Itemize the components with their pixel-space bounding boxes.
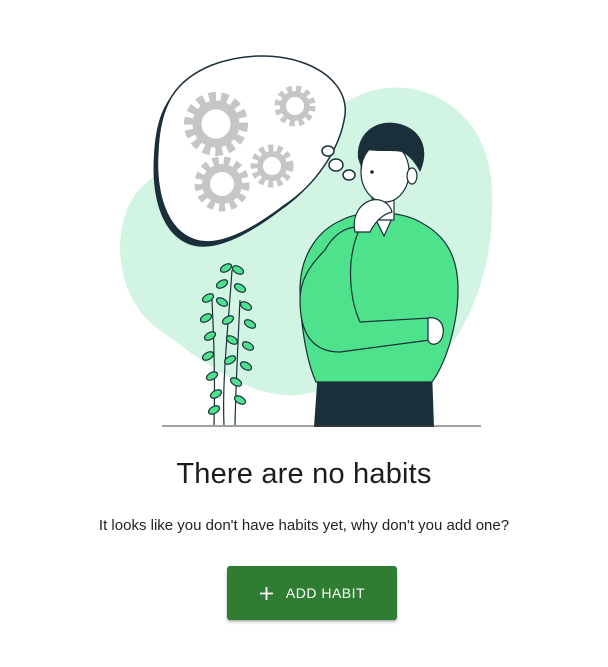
- plus-icon: [259, 586, 273, 600]
- empty-state-message: It looks like you don't have habits yet,…: [98, 517, 510, 534]
- add-habit-label: ADD HABIT: [285, 585, 366, 601]
- add-habit-button[interactable]: ADD HABIT: [227, 566, 397, 620]
- thinking-person-illustration: [120, 55, 493, 427]
- empty-state-title: There are no habits: [176, 458, 432, 490]
- empty-state: There are no habits It looks like you do…: [0, 0, 608, 667]
